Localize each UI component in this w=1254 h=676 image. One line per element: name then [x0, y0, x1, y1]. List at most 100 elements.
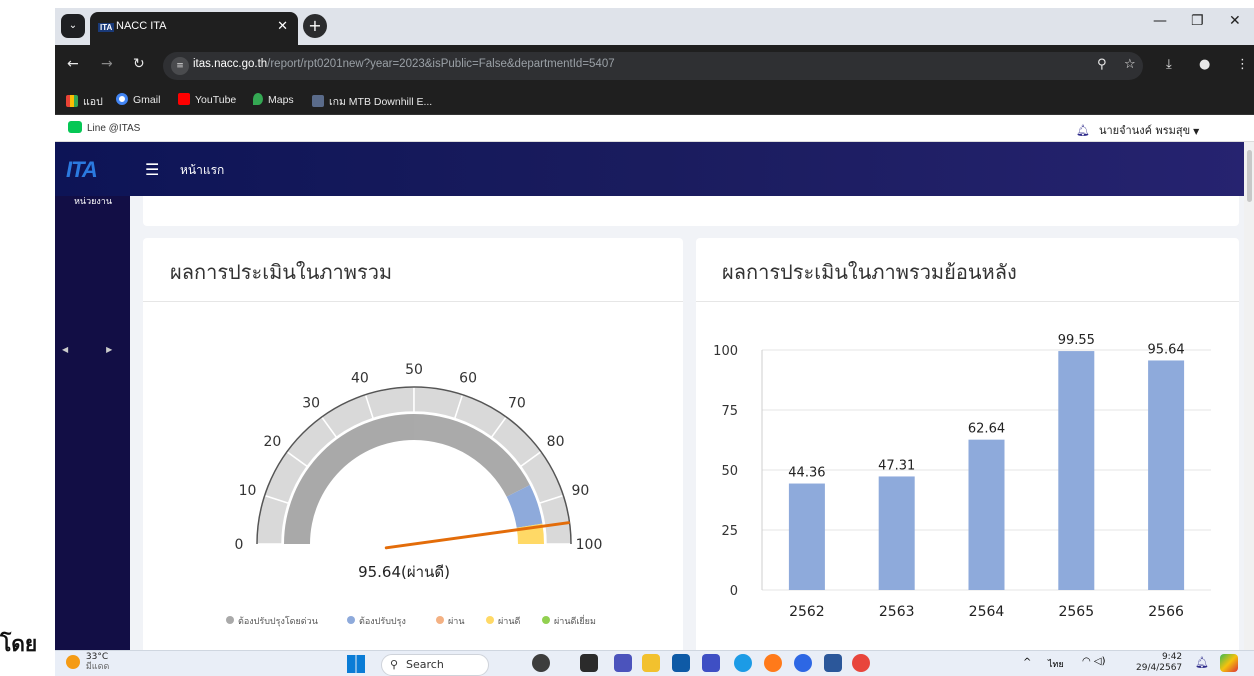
- legend-swatch: [226, 616, 234, 624]
- bar-data-label: 62.64: [968, 422, 1005, 437]
- wifi-volume-icon[interactable]: ◠ ◁): [1082, 656, 1106, 667]
- history-bar-chart: 0 25 50 75 100 44.36 2562 47.31 2563 62.64 2564 99.…: [713, 333, 1211, 620]
- gauge-tick-label: 70: [508, 395, 526, 411]
- download-icon[interactable]: ⤓: [1166, 57, 1172, 72]
- bell-icon[interactable]: 🔔︎: [1076, 124, 1090, 137]
- bar-data-label: 99.55: [1058, 333, 1095, 348]
- overall-card-divider: [143, 301, 683, 302]
- store-icon[interactable]: [672, 654, 690, 672]
- forward-icon[interactable]: →: [101, 56, 113, 72]
- site-header: [55, 142, 1254, 196]
- bookmark-gmail[interactable]: Gmail: [116, 93, 160, 106]
- history-card-divider: [696, 301, 1239, 302]
- bar-2562: [788, 483, 825, 590]
- weather-temp: 33°C: [85, 652, 109, 662]
- tab-search-button[interactable]: ⌄: [61, 14, 85, 38]
- legend-urgent: ต้องปรับปรุงโดยด่วน: [226, 614, 318, 628]
- hamburger-menu-icon[interactable]: ☰: [145, 160, 159, 179]
- gauge-tick-label: 10: [239, 483, 257, 499]
- teams-icon[interactable]: [614, 654, 632, 672]
- close-tab-icon[interactable]: ✕: [277, 19, 288, 34]
- bookmark-maps[interactable]: Maps: [253, 93, 294, 106]
- sidebar: [55, 196, 130, 656]
- window-close-icon[interactable]: ✕: [1229, 13, 1241, 29]
- clock-time: 9:42: [1161, 652, 1183, 662]
- taskbar-app-extra-icon[interactable]: [1220, 654, 1238, 672]
- bar-2564: [968, 439, 1005, 590]
- legend-swatch: [486, 616, 494, 624]
- gauge-tick-label: 0: [235, 537, 244, 553]
- top-card-partial: [143, 196, 1239, 226]
- legend-excellent: ผ่านดีเยี่ยม: [542, 614, 596, 628]
- file-explorer-icon[interactable]: [642, 654, 660, 672]
- zoom-app-icon[interactable]: [794, 654, 812, 672]
- caret-down-icon[interactable]: ▼: [1193, 127, 1199, 136]
- x-tick-label: 2563: [879, 604, 915, 620]
- user-menu[interactable]: 🔔︎ นายจำนงค์ พรมสุข ▼: [1076, 121, 1199, 139]
- gauge-tick-label: 90: [572, 483, 590, 499]
- overall-card-title: ผลการประเมินในภาพรวม: [170, 260, 393, 284]
- restore-icon[interactable]: ❐: [1191, 13, 1204, 29]
- gauge-tick-label: 80: [547, 434, 565, 450]
- gauge-tick-label: 60: [459, 371, 477, 387]
- browser-tab[interactable]: ITA NACC ITA ✕: [90, 12, 298, 45]
- line-link[interactable]: Line @ITAS: [68, 121, 140, 134]
- legend-improve: ต้องปรับปรุง: [347, 614, 406, 628]
- firefox-icon[interactable]: [764, 654, 782, 672]
- gauge-value-label: 95.64(ผ่านดี): [358, 563, 450, 581]
- tab-favicon-icon: ITA: [98, 23, 115, 32]
- gauge-tick-label: 20: [264, 434, 282, 450]
- url-text[interactable]: itas.nacc.go.th/report/rpt0201new?year=2…: [193, 58, 615, 70]
- user-name[interactable]: นายจำนงค์ พรมสุข: [1099, 124, 1190, 137]
- bar-2565: [1058, 351, 1095, 590]
- legend-pass: ผ่าน: [436, 614, 464, 628]
- google-icon: [116, 93, 128, 105]
- windows-start-icon[interactable]: [347, 655, 365, 673]
- site-info-icon[interactable]: ≡: [171, 57, 189, 75]
- input-language[interactable]: ไทย: [1048, 657, 1064, 671]
- legend-swatch: [542, 616, 550, 624]
- bookmark-star-icon[interactable]: ☆: [1124, 57, 1136, 72]
- weather-desc: มีแดด: [85, 662, 110, 672]
- taskbar-clock[interactable]: 9:42 29/4/2567: [1136, 652, 1182, 674]
- x-tick-label: 2562: [789, 604, 825, 620]
- x-tick-label: 2564: [969, 604, 1005, 620]
- nav-home[interactable]: หน้าแรก: [180, 161, 224, 180]
- edge-icon[interactable]: [734, 654, 752, 672]
- app-icon[interactable]: [702, 654, 720, 672]
- bookmark-game[interactable]: เกม MTB Downhill E...: [312, 93, 432, 110]
- page-scrollbar[interactable]: [1244, 142, 1254, 656]
- taskbar-app-widget[interactable]: [532, 654, 550, 672]
- taskbar-search[interactable]: ⚲ Search: [381, 654, 489, 676]
- history-card-title: ผลการประเมินในภาพรวมย้อนหลัง: [722, 260, 1017, 284]
- gauge-chart: 0 10 20 30 40 50 60 70 80 90 100 95.64(ผ่านดี): [235, 362, 603, 581]
- chrome-icon[interactable]: [852, 654, 870, 672]
- task-view-icon[interactable]: [580, 654, 598, 672]
- word-icon[interactable]: [824, 654, 842, 672]
- legend-swatch: [436, 616, 444, 624]
- tray-chevron-icon[interactable]: ^: [1023, 657, 1031, 668]
- reload-icon[interactable]: ↻: [133, 56, 145, 72]
- y-tick-label: 25: [721, 524, 738, 539]
- y-tick-label: 50: [721, 464, 738, 479]
- bookmark-apps[interactable]: แอป: [66, 93, 103, 110]
- address-bar[interactable]: ≡ itas.nacc.go.th/report/rpt0201new?year…: [163, 52, 1143, 80]
- line-icon: [68, 121, 82, 133]
- y-tick-label: 100: [713, 344, 738, 359]
- new-tab-button[interactable]: +: [303, 14, 327, 38]
- browser-menu-icon[interactable]: ⋮: [1236, 57, 1249, 72]
- game-icon: [312, 95, 324, 107]
- notification-bell-icon[interactable]: 🔔︎: [1195, 656, 1209, 669]
- youtube-icon: [178, 93, 190, 105]
- x-tick-label: 2565: [1058, 604, 1094, 620]
- profile-icon[interactable]: ●: [1199, 57, 1210, 72]
- sidebar-item-department[interactable]: หน่วยงาน: [74, 194, 112, 208]
- bookmark-youtube[interactable]: YouTube: [178, 93, 236, 106]
- back-icon[interactable]: ←: [67, 56, 79, 72]
- ita-logo[interactable]: ITA: [66, 157, 98, 183]
- minimize-icon[interactable]: —: [1153, 13, 1167, 29]
- page-scrollbar-thumb[interactable]: [1247, 150, 1252, 202]
- zoom-icon[interactable]: ⚲: [1097, 57, 1107, 72]
- legend-good: ผ่านดี: [486, 614, 520, 628]
- weather-widget[interactable]: 33°C มีแดด: [66, 652, 109, 672]
